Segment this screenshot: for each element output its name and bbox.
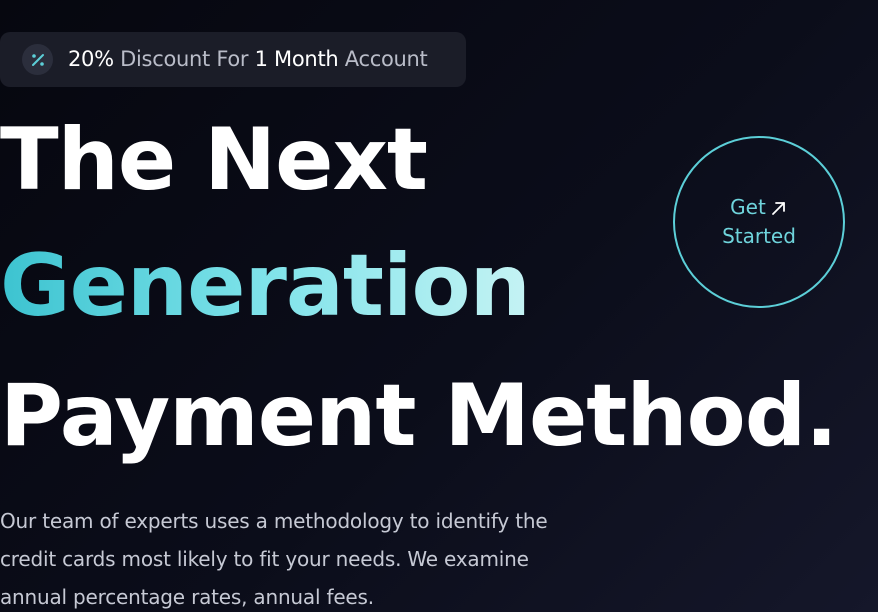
get-started-label-2: Started — [722, 224, 796, 248]
hero-description: Our team of experts uses a methodology t… — [0, 509, 548, 609]
promo-badge-text: 20% Discount For 1 Month Account — [68, 46, 428, 72]
promo-duration: 1 Month — [254, 47, 339, 71]
hero-title-line-2: Generation — [0, 236, 531, 336]
get-started-label-1: Get — [730, 195, 766, 219]
promo-discount-value: 20% — [68, 47, 114, 71]
hero-title-line-1: The Next — [0, 110, 428, 210]
arrow-up-right-icon — [770, 199, 788, 217]
hero-title-line-3: Payment Method. — [0, 366, 838, 466]
get-started-button[interactable]: Get Started — [673, 136, 845, 308]
promo-text-1: Discount For — [113, 47, 255, 71]
percent-icon — [22, 44, 53, 75]
promo-badge: 20% Discount For 1 Month Account — [0, 32, 466, 87]
promo-text-2: Account — [338, 47, 428, 71]
